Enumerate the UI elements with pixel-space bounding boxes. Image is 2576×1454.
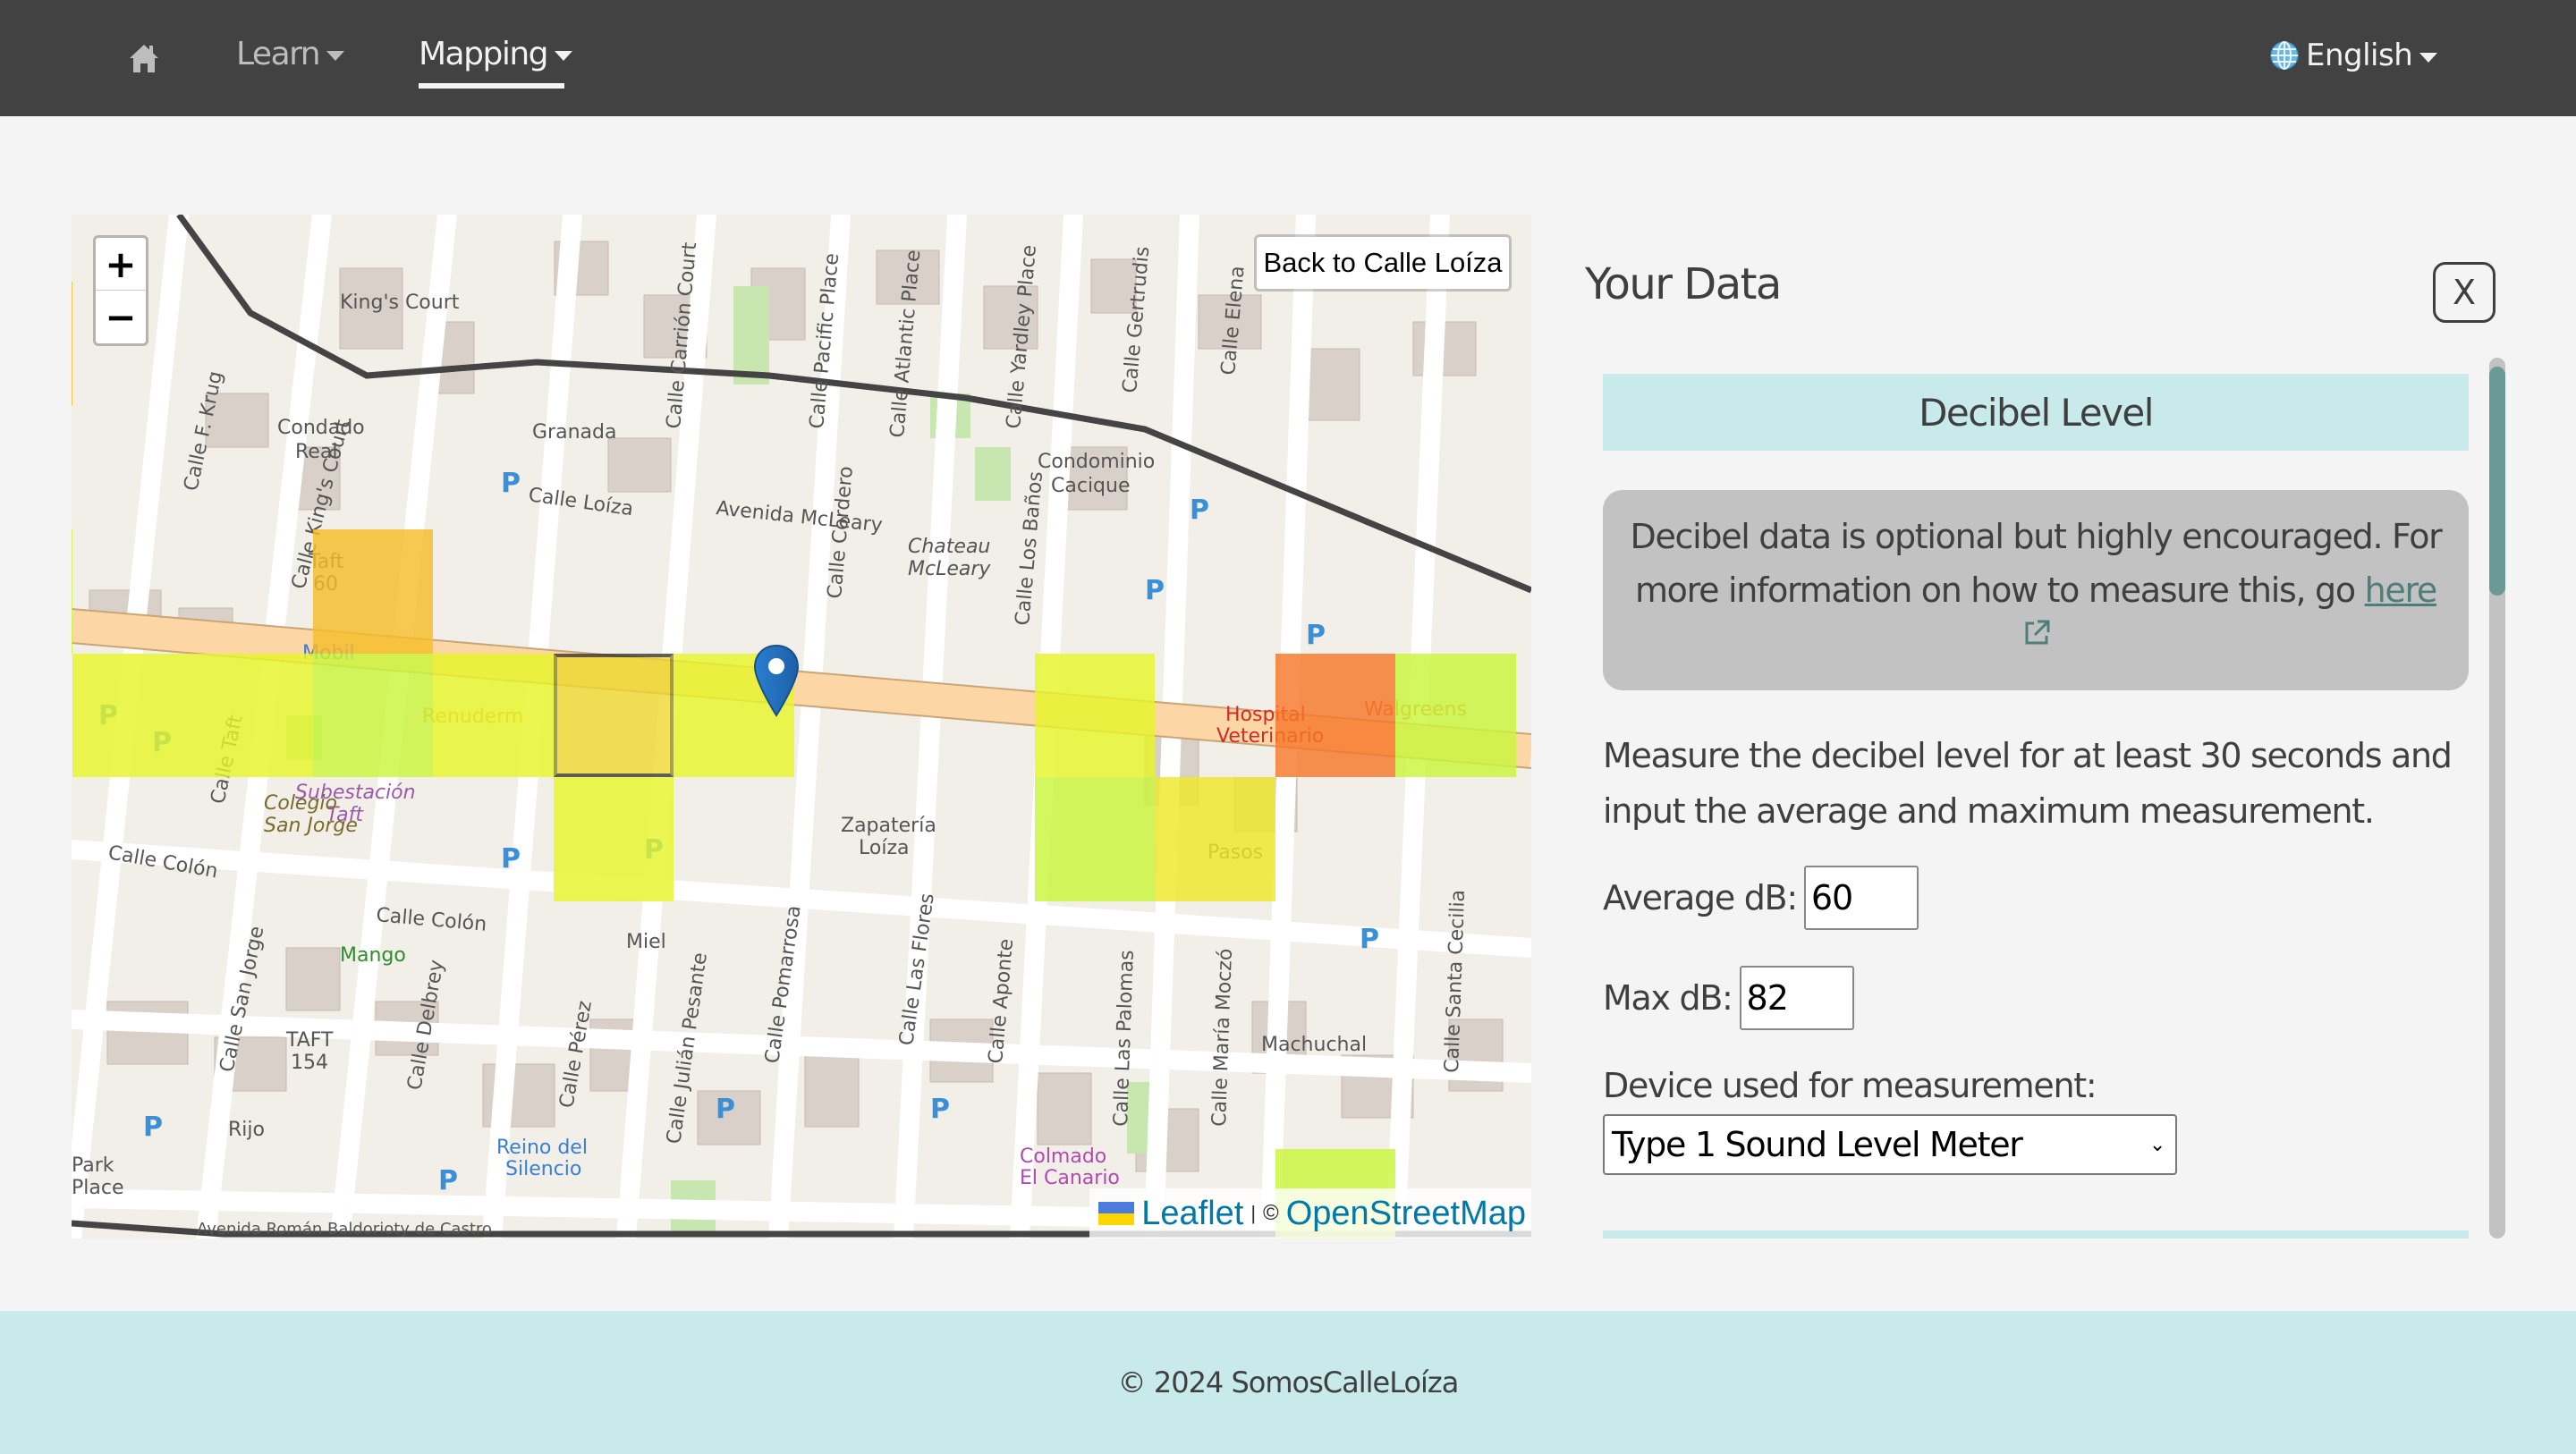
- decibel-info-text: Decibel data is optional but highly enco…: [1630, 517, 2442, 610]
- max-db-label: Max dB:: [1603, 978, 1733, 1018]
- active-nav-indicator: [419, 83, 564, 89]
- map-pin-icon[interactable]: [753, 644, 800, 717]
- home-button[interactable]: [128, 43, 160, 73]
- zoom-in-button[interactable]: +: [96, 238, 146, 291]
- navbar: Learn Mapping English: [0, 0, 2576, 116]
- decibel-instructions: Measure the decibel level for at least 3…: [1603, 736, 2453, 831]
- chevron-down-icon: ⌄: [2148, 1133, 2165, 1156]
- device-select-value: Type 1 Sound Level Meter: [1612, 1125, 2023, 1164]
- svg-text:Machuchal: Machuchal: [1261, 1034, 1367, 1056]
- svg-text:San Jorge: San Jorge: [264, 815, 358, 837]
- caret-down-icon: [2419, 52, 2438, 63]
- zoom-control: + −: [93, 235, 148, 346]
- nav-mapping-dropdown[interactable]: Mapping: [419, 36, 572, 72]
- heat-cell-yellow[interactable]: [433, 653, 554, 777]
- back-to-calle-loiza-button[interactable]: Back to Calle Loíza: [1254, 234, 1512, 292]
- heat-cell-yellow-orange[interactable]: [553, 653, 674, 777]
- home-icon: [130, 45, 158, 72]
- panel-scroll-area[interactable]: Decibel Level Decibel data is optional b…: [1603, 358, 2470, 1238]
- svg-text:Chateau: Chateau: [908, 536, 990, 558]
- nav-mapping-label: Mapping: [419, 36, 549, 72]
- svg-text:Loíza: Loíza: [859, 837, 909, 859]
- svg-text:Zapatería: Zapatería: [841, 815, 936, 837]
- svg-text:Rijo: Rijo: [228, 1119, 265, 1141]
- max-db-row: Max dB:: [1603, 966, 2470, 1030]
- close-panel-button[interactable]: X: [2433, 262, 2496, 323]
- map-attribution: Leaflet | © OpenStreetMap: [1089, 1188, 1531, 1238]
- svg-text:Silencio: Silencio: [505, 1158, 581, 1180]
- ukraine-flag-icon: [1098, 1202, 1135, 1225]
- svg-text:Condominio: Condominio: [1038, 451, 1155, 473]
- attribution-separator: |: [1250, 1202, 1257, 1224]
- heat-cell-green[interactable]: [1034, 777, 1155, 901]
- device-select[interactable]: Type 1 Sound Level Meter ⌄: [1603, 1114, 2177, 1175]
- footer-copyright: © 2024 SomosCalleLoíza: [1117, 1365, 1460, 1399]
- svg-text:Colegio: Colegio: [264, 792, 337, 815]
- heat-cell-yellow[interactable]: [1155, 777, 1275, 901]
- footer: © 2024 SomosCalleLoíza: [0, 1311, 2576, 1454]
- noise-map[interactable]: Calle Loíza Avenida McLeary Calle Colón …: [72, 215, 1531, 1238]
- svg-text:P: P: [1360, 924, 1379, 955]
- svg-text:Colmado: Colmado: [1020, 1145, 1106, 1168]
- heat-cell-yellow[interactable]: [72, 653, 192, 777]
- svg-text:P: P: [1306, 620, 1326, 651]
- svg-text:Place: Place: [72, 1177, 124, 1199]
- svg-text:King's Court: King's Court: [340, 292, 460, 314]
- svg-text:P: P: [716, 1094, 735, 1125]
- panel-scrollbar[interactable]: [2489, 358, 2505, 1238]
- nav-learn-dropdown[interactable]: Learn: [236, 36, 345, 72]
- svg-text:Cacique: Cacique: [1051, 475, 1131, 497]
- language-label: English: [2306, 38, 2413, 73]
- svg-text:TAFT: TAFT: [285, 1029, 334, 1052]
- device-label: Device used for measurement:: [1603, 1066, 2097, 1105]
- svg-text:Mango: Mango: [340, 944, 406, 967]
- svg-text:P: P: [143, 1112, 163, 1143]
- leaflet-link[interactable]: Leaflet: [1141, 1195, 1243, 1233]
- svg-text:Granada: Granada: [532, 421, 616, 444]
- heat-cell-orange[interactable]: [1275, 653, 1395, 777]
- heat-cell-yellow[interactable]: [1034, 653, 1155, 777]
- caret-down-icon: [326, 51, 345, 61]
- svg-text:Avenida Román Baldorioty de Ca: Avenida Román Baldorioty de Castro: [197, 1220, 492, 1238]
- decibel-info-link[interactable]: here: [2365, 571, 2438, 610]
- copyright-symbol: ©: [1263, 1201, 1279, 1225]
- svg-text:El Canario: El Canario: [1020, 1167, 1120, 1189]
- globe-icon: [2270, 41, 2299, 70]
- caret-down-icon: [555, 51, 572, 61]
- heat-cell-yellow[interactable]: [192, 653, 313, 777]
- svg-text:P: P: [1145, 575, 1165, 606]
- heat-cell-green[interactable]: [312, 653, 433, 777]
- svg-text:Miel: Miel: [626, 931, 666, 953]
- max-db-input[interactable]: [1739, 966, 1854, 1030]
- svg-text:Reino del: Reino del: [496, 1137, 588, 1159]
- decibel-section-header: Decibel Level: [1603, 374, 2469, 451]
- average-db-input[interactable]: [1803, 866, 1919, 930]
- svg-text:McLeary: McLeary: [908, 558, 991, 580]
- openstreetmap-link[interactable]: OpenStreetMap: [1286, 1195, 1526, 1233]
- svg-text:P: P: [501, 843, 521, 875]
- svg-text:P: P: [438, 1165, 458, 1196]
- language-dropdown[interactable]: English: [2270, 38, 2438, 73]
- heat-cell-green[interactable]: [1395, 653, 1516, 777]
- svg-text:P: P: [501, 468, 521, 499]
- average-db-label: Average dB:: [1603, 878, 1798, 917]
- heat-cell-orange-yellow[interactable]: [312, 529, 433, 654]
- external-link-icon: [2025, 620, 2050, 645]
- average-db-row: Average dB:: [1603, 866, 2470, 930]
- panel-scrollbar-thumb[interactable]: [2489, 367, 2505, 596]
- location-section-header: Location: [1603, 1230, 2469, 1238]
- panel-title: Your Data: [1585, 259, 1782, 309]
- svg-text:Park: Park: [72, 1154, 114, 1177]
- location-section-title: Location: [1962, 1230, 2110, 1238]
- svg-text:154: 154: [291, 1052, 328, 1074]
- heat-cell-yellow[interactable]: [553, 777, 674, 901]
- decibel-info-box: Decibel data is optional but highly enco…: [1603, 490, 2469, 690]
- svg-text:P: P: [1190, 495, 1209, 526]
- zoom-out-button[interactable]: −: [96, 291, 146, 343]
- nav-learn-label: Learn: [236, 36, 321, 72]
- svg-text:P: P: [930, 1094, 950, 1125]
